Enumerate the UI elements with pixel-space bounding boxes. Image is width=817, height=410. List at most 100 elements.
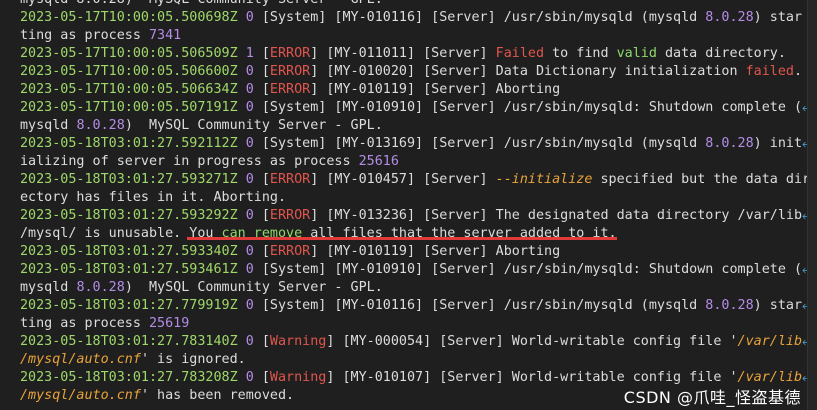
log-fragment: [ [253,334,270,349]
log-fragment [238,100,246,115]
log-fragment: ERROR [269,244,311,259]
log-fragment: ting as process [20,316,149,331]
log-fragment: 0 [245,370,254,385]
log-fragment: 2023-05-18T03:01:27.593292Z [20,208,238,223]
log-fragment: 2023-05-18T03:01:27.783140Z [20,334,238,349]
log-fragment: 0 [245,262,254,277]
log-fragment: [ [253,46,270,61]
log-fragment: mysqld [20,280,77,295]
log-line: /mysql/auto.cnf' is ignored. [20,351,817,369]
log-fragment: ting as process [20,28,149,43]
log-fragment: . [793,64,803,79]
log-fragment: data directory. [656,46,786,61]
log-fragment: 0 [245,298,254,313]
watermark: CSDN @爪哇_怪盗基德 [623,388,801,407]
log-fragment [238,10,246,25]
log-fragment: 2023-05-18T03:01:27.593271Z [20,172,238,187]
log-fragment: ERROR [269,64,311,79]
log-fragment [238,370,246,385]
log-fragment: [System] [MY-010116] [Server] /usr/sbin/… [253,10,706,25]
log-fragment [238,244,246,259]
log-fragment: ] [MY-010107] [Server] World-writable co… [326,370,738,385]
log-fragment: ectory has files in it. Aborting. [20,190,287,205]
log-fragment: ) star [753,10,803,25]
log-line: ting as process 7341 [20,27,817,45]
log-fragment: 0 [245,82,254,97]
log-fragment: Warning [269,370,327,385]
log-fragment: ERROR [269,46,311,61]
log-fragment: ializing of server in progress as proces… [20,154,359,169]
log-line: 2023-05-18T03:01:27.593461Z 0 [System] [… [20,261,817,279]
log-fragment: 2023-05-17T10:00:05.506634Z [20,82,238,97]
log-line: /mysql/ is unusable. You can remove all … [20,225,817,243]
log-fragment: [ [253,64,270,79]
log-fragment: 2023-05-18T03:01:27.783208Z [20,370,238,385]
log-fragment [238,208,246,223]
log-fragment: 8.0.28 [705,298,754,313]
log-line: 2023-05-18T03:01:27.593271Z 0 [ERROR] [M… [20,171,817,189]
log-fragment: Warning [269,334,327,349]
log-fragment [238,64,246,79]
log-fragment: 7341 [149,28,182,43]
log-fragment [238,172,246,187]
log-fragment: /mysql/auto.cnf [20,388,141,403]
log-fragment: Failed [495,46,545,61]
log-fragment: 0 [245,172,254,187]
log-fragment: /mysql/auto.cnf [20,352,141,367]
log-fragment: [System] [MY-010116] [Server] /usr/sbin/… [253,298,706,313]
log-fragment: 1 [245,46,254,61]
log-fragment: ERROR [269,172,311,187]
log-line: 2023-05-18T03:01:27.592112Z 0 [System] [… [20,135,817,153]
log-fragment: ] [MY-000054] [Server] World-writable co… [326,334,738,349]
highlight-underline [187,237,617,240]
log-fragment: ] [MY-010020] [Server] Data Dictionary i… [310,64,746,79]
log-fragment: [System] [MY-013169] [Server] /usr/sbin/… [253,136,706,151]
log-line: mysqld 8.0.28) MySQL Community Server - … [20,279,817,297]
log-fragment [238,46,246,61]
log-fragment: 2023-05-18T03:01:27.779919Z [20,298,238,313]
log-fragment: ] [MY-010457] [Server] [310,172,496,187]
log-fragment: [System] [MY-010910] [Server] /usr/sbin/… [253,100,803,115]
log-fragment: [ [253,82,270,97]
log-fragment: ) init [753,136,803,151]
log-fragment [238,136,246,151]
log-fragment: 8.0.28 [76,280,125,295]
log-fragment: 25619 [149,316,190,331]
log-fragment: ) MySQL Community Server - GPL. [124,118,383,133]
log-line: 2023-05-18T03:01:27.779919Z 0 [System] [… [20,297,817,315]
log-fragment: ERROR [269,208,311,223]
log-line: ectory has files in it. Aborting. [20,189,817,207]
log-fragment: 2023-05-17T10:00:05.506600Z [20,64,238,79]
log-fragment: 2023-05-18T03:01:27.593461Z [20,262,238,277]
log-fragment: ) MySQL Community Server - GPL. [124,280,383,295]
log-fragment: [System] [MY-010910] [Server] /usr/sbin/… [253,262,803,277]
log-fragment: 0 [245,334,254,349]
log-output: mysqld 8.0.28) MySQL Community Server - … [20,0,817,405]
log-fragment: ] [MY-011011] [Server] [310,46,496,61]
log-fragment: 0 [245,136,254,151]
log-line: 2023-05-17T10:00:05.506509Z 1 [ERROR] [M… [20,45,817,63]
log-line: 2023-05-18T03:01:27.593340Z 0 [ERROR] [M… [20,243,817,261]
log-fragment: /var/lib [737,334,803,349]
log-fragment: 0 [245,244,254,259]
log-line: 2023-05-17T10:00:05.507191Z 0 [System] [… [20,99,817,117]
log-fragment: ) star [753,298,803,313]
log-fragment: 2023-05-17T10:00:05.500698Z [20,10,238,25]
log-fragment: 2023-05-18T03:01:27.592112Z [20,136,238,151]
log-fragment: 2023-05-18T03:01:27.593340Z [20,244,238,259]
log-fragment: 2023-05-17T10:00:05.506509Z [20,46,238,61]
log-fragment: 8.0.28 [76,118,125,133]
log-line: 2023-05-17T10:00:05.500698Z 0 [System] [… [20,9,817,27]
log-fragment: mysqld 8.0.28) MySQL Community Server - … [20,0,383,7]
log-fragment: 0 [245,10,254,25]
log-line: ializing of server in progress as proces… [20,153,817,171]
log-fragment: /var/lib [737,370,803,385]
log-fragment: 25616 [358,154,399,169]
log-line: 2023-05-17T10:00:05.506634Z 0 [ERROR] [M… [20,81,817,99]
log-fragment: [ [253,370,270,385]
log-fragment: [ [253,172,270,187]
log-fragment [238,334,246,349]
log-fragment: 2023-05-17T10:00:05.507191Z [20,100,238,115]
log-line: 2023-05-18T03:01:27.593292Z 0 [ERROR] [M… [20,207,817,225]
scrollbar[interactable] [807,0,817,410]
